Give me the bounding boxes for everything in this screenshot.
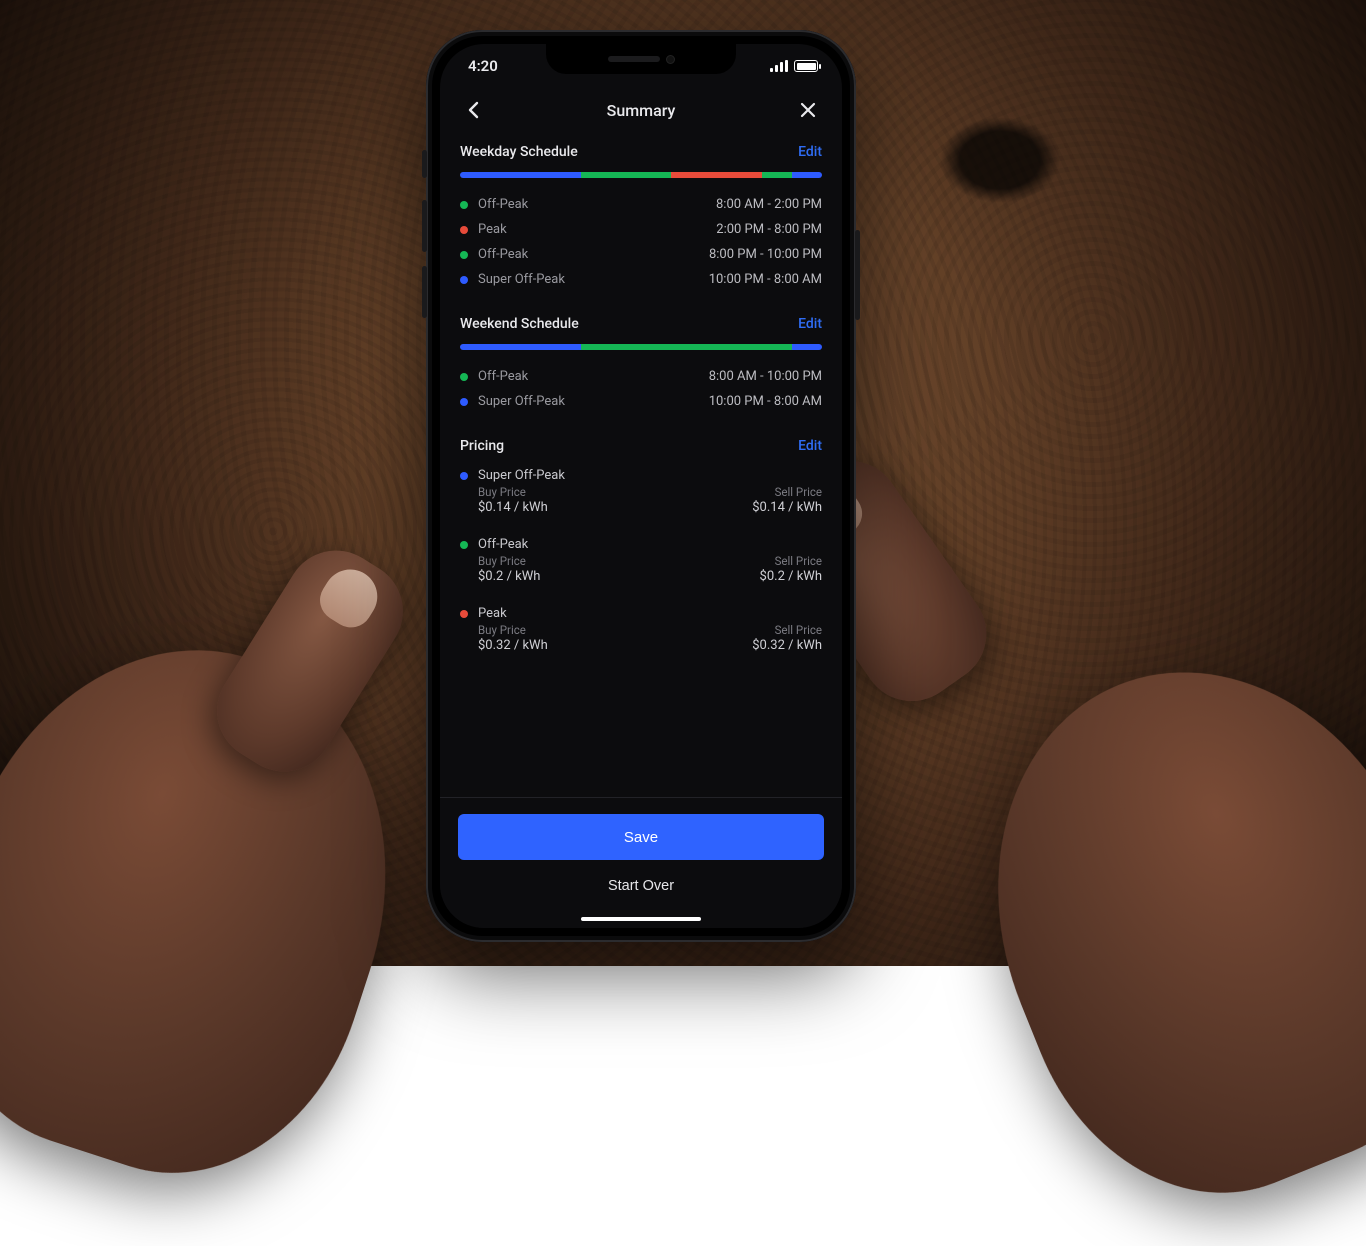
buy-price-label: Buy Price: [478, 623, 548, 637]
phone-volume-down: [422, 266, 427, 318]
pricing-tier-label: Peak: [478, 606, 507, 621]
close-icon: [800, 102, 816, 118]
buy-price-value: $0.32 / kWh: [478, 638, 548, 653]
weekday-time: 8:00 AM - 2:00 PM: [716, 197, 822, 212]
weekday-row: Off-Peak 8:00 PM - 10:00 PM: [460, 242, 822, 267]
weekend-edit-link[interactable]: Edit: [798, 316, 822, 332]
pricing-row: PeakBuy Price$0.32 / kWhSell Price$0.32 …: [460, 606, 822, 661]
nav-bar: Summary: [440, 88, 842, 138]
pricing-row: Super Off-PeakBuy Price$0.14 / kWhSell P…: [460, 468, 822, 523]
weekend-timeline: [460, 344, 822, 350]
weekend-label: Super Off-Peak: [478, 394, 565, 409]
legend-dot-icon: [460, 373, 468, 381]
weekend-time: 10:00 PM - 8:00 AM: [709, 394, 822, 409]
content-scroll[interactable]: Weekday Schedule Edit Off-Peak 8:00 AM - …: [440, 138, 842, 820]
weekday-time: 2:00 PM - 8:00 PM: [716, 222, 822, 237]
weekday-title: Weekday Schedule: [460, 144, 578, 160]
legend-dot-icon: [460, 251, 468, 259]
weekend-row: Super Off-Peak 10:00 PM - 8:00 AM: [460, 389, 822, 414]
weekday-timeline: [460, 172, 822, 178]
battery-icon: [794, 60, 818, 72]
cellular-signal-icon: [770, 60, 788, 72]
sell-price-value: $0.14 / kWh: [752, 500, 822, 515]
legend-dot-icon: [460, 472, 468, 480]
pricing-title: Pricing: [460, 438, 504, 454]
sell-price-label: Sell Price: [760, 554, 822, 568]
phone-notch: [546, 44, 736, 74]
legend-dot-icon: [460, 276, 468, 284]
phone-volume-up: [422, 200, 427, 252]
timeline-segment-off_peak: [762, 172, 792, 178]
save-button[interactable]: Save: [458, 814, 824, 860]
phone-screen: 4:20 Summary Weekday Schedule Edit: [440, 44, 842, 928]
bottom-bar: Save Start Over: [440, 797, 842, 928]
back-button[interactable]: [460, 96, 488, 124]
weekday-label: Peak: [478, 222, 507, 237]
chevron-left-icon: [467, 101, 481, 119]
weekday-row: Peak 2:00 PM - 8:00 PM: [460, 217, 822, 242]
weekday-row: Super Off-Peak 10:00 PM - 8:00 AM: [460, 267, 822, 292]
weekend-label: Off-Peak: [478, 369, 528, 384]
status-time: 4:20: [468, 57, 498, 75]
weekend-time: 8:00 AM - 10:00 PM: [709, 369, 822, 384]
phone-power-button: [855, 230, 860, 320]
legend-dot-icon: [460, 201, 468, 209]
timeline-segment-off_peak: [581, 172, 672, 178]
legend-dot-icon: [460, 226, 468, 234]
weekday-label: Super Off-Peak: [478, 272, 565, 287]
weekday-time: 10:00 PM - 8:00 AM: [709, 272, 822, 287]
pricing-row: Off-PeakBuy Price$0.2 / kWhSell Price$0.…: [460, 537, 822, 592]
weekday-time: 8:00 PM - 10:00 PM: [709, 247, 822, 262]
legend-dot-icon: [460, 398, 468, 406]
weekend-title: Weekend Schedule: [460, 316, 579, 332]
weekday-row: Off-Peak 8:00 AM - 2:00 PM: [460, 192, 822, 217]
pricing-edit-link[interactable]: Edit: [798, 438, 822, 454]
phone-frame: 4:20 Summary Weekday Schedule Edit: [426, 30, 856, 942]
timeline-segment-off_peak: [581, 344, 792, 350]
pricing-tier-label: Off-Peak: [478, 537, 528, 552]
buy-price-label: Buy Price: [478, 485, 548, 499]
buy-price-value: $0.2 / kWh: [478, 569, 540, 584]
weekend-row: Off-Peak 8:00 AM - 10:00 PM: [460, 364, 822, 389]
close-button[interactable]: [794, 96, 822, 124]
weekday-edit-link[interactable]: Edit: [798, 144, 822, 160]
sell-price-label: Sell Price: [752, 485, 822, 499]
sell-price-value: $0.2 / kWh: [760, 569, 822, 584]
start-over-button[interactable]: Start Over: [458, 866, 824, 906]
timeline-segment-peak: [671, 172, 762, 178]
sell-price-value: $0.32 / kWh: [752, 638, 822, 653]
weekday-label: Off-Peak: [478, 247, 528, 262]
weekday-label: Off-Peak: [478, 197, 528, 212]
buy-price-label: Buy Price: [478, 554, 540, 568]
sell-price-label: Sell Price: [752, 623, 822, 637]
pricing-tier-label: Super Off-Peak: [478, 468, 565, 483]
phone-mute-switch: [422, 150, 427, 178]
nav-title: Summary: [488, 101, 794, 120]
legend-dot-icon: [460, 610, 468, 618]
buy-price-value: $0.14 / kWh: [478, 500, 548, 515]
legend-dot-icon: [460, 541, 468, 549]
home-indicator[interactable]: [581, 917, 701, 922]
